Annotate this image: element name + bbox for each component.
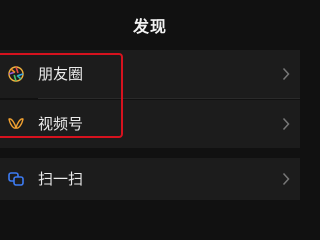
divider [38, 98, 300, 99]
chevron-right-icon [282, 67, 290, 81]
channels-butterfly-icon [8, 118, 24, 129]
page-title: 发现 [132, 17, 167, 36]
menu-item-channels[interactable]: 视频号 [0, 100, 300, 148]
menu-item-label: 扫一扫 [38, 169, 84, 188]
menu-item-moments[interactable]: 朋友圈 [0, 50, 300, 98]
scan-icon [8, 172, 24, 186]
menu-item-label: 朋友圈 [38, 64, 84, 83]
menu-item-scan[interactable]: 扫一扫 [0, 158, 300, 200]
menu-item-label: 视频号 [38, 114, 84, 133]
moments-aperture-icon [8, 66, 24, 82]
section-gap [0, 148, 300, 158]
chevron-right-icon [282, 172, 290, 186]
chevron-right-icon [282, 117, 290, 131]
